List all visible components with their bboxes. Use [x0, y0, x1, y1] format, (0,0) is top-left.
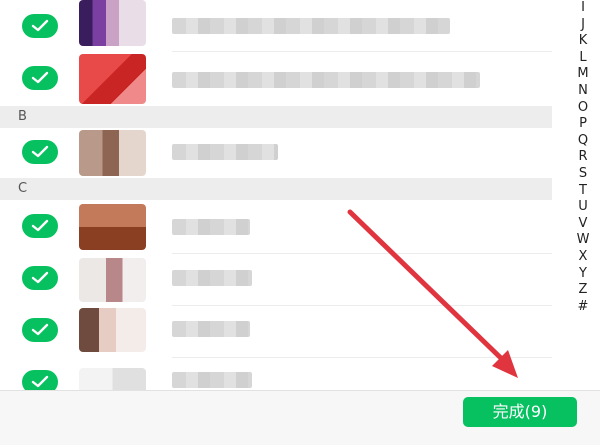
checkmark-icon: [31, 219, 49, 232]
list-item[interactable]: [0, 306, 600, 358]
checkbox-checked[interactable]: [22, 14, 58, 38]
avatar: [79, 368, 146, 390]
checkmark-icon: [31, 375, 49, 388]
index-letter[interactable]: I: [570, 0, 596, 17]
list-item[interactable]: [0, 254, 600, 306]
index-letter[interactable]: Q: [570, 133, 596, 150]
contact-name-redacted: [172, 372, 252, 388]
checkbox-checked[interactable]: [22, 214, 58, 238]
index-letter[interactable]: #: [570, 299, 596, 316]
index-letter[interactable]: Z: [570, 282, 596, 299]
checkbox-checked[interactable]: [22, 66, 58, 90]
index-letter[interactable]: X: [570, 249, 596, 266]
checkmark-icon: [31, 145, 49, 158]
index-letter[interactable]: Y: [570, 266, 596, 283]
index-letter[interactable]: T: [570, 183, 596, 200]
avatar: [79, 204, 146, 250]
contact-name-redacted: [172, 321, 250, 337]
list-item[interactable]: [0, 200, 600, 254]
list-item[interactable]: [0, 52, 600, 106]
alphabet-index-bar[interactable]: I J K L M N O P Q R S T U V W X Y Z #: [570, 0, 596, 314]
index-letter[interactable]: N: [570, 83, 596, 100]
checkbox-checked[interactable]: [22, 266, 58, 290]
index-letter[interactable]: K: [570, 33, 596, 50]
index-letter[interactable]: V: [570, 216, 596, 233]
checkmark-icon: [31, 323, 49, 336]
avatar: [79, 130, 146, 176]
index-letter[interactable]: O: [570, 100, 596, 117]
checkmark-icon: [31, 71, 49, 84]
index-letter[interactable]: J: [570, 17, 596, 34]
section-header: C: [0, 178, 552, 200]
done-button[interactable]: 完成(9): [463, 397, 577, 427]
checkbox-checked[interactable]: [22, 370, 58, 390]
contact-name-redacted: [172, 270, 252, 286]
bottom-bar: 完成(9): [0, 390, 600, 445]
checkbox-checked[interactable]: [22, 318, 58, 342]
index-letter[interactable]: U: [570, 199, 596, 216]
contact-name-redacted: [172, 144, 278, 160]
avatar: [79, 0, 146, 46]
index-letter[interactable]: R: [570, 149, 596, 166]
contact-name-redacted: [172, 219, 250, 235]
index-letter[interactable]: P: [570, 116, 596, 133]
list-item[interactable]: [0, 358, 600, 390]
index-letter[interactable]: W: [570, 232, 596, 249]
avatar: [79, 308, 146, 352]
section-header: B: [0, 106, 552, 128]
avatar: [79, 258, 146, 302]
index-letter[interactable]: S: [570, 166, 596, 183]
list-item[interactable]: [0, 128, 600, 178]
contact-name-redacted: [172, 72, 480, 88]
checkmark-icon: [31, 271, 49, 284]
avatar: [79, 54, 146, 104]
checkbox-checked[interactable]: [22, 140, 58, 164]
list-item[interactable]: [0, 0, 600, 52]
index-letter[interactable]: L: [570, 50, 596, 67]
index-letter[interactable]: M: [570, 66, 596, 83]
contact-list: B C: [0, 0, 600, 390]
checkmark-icon: [31, 19, 49, 32]
contact-name-redacted: [172, 18, 450, 34]
